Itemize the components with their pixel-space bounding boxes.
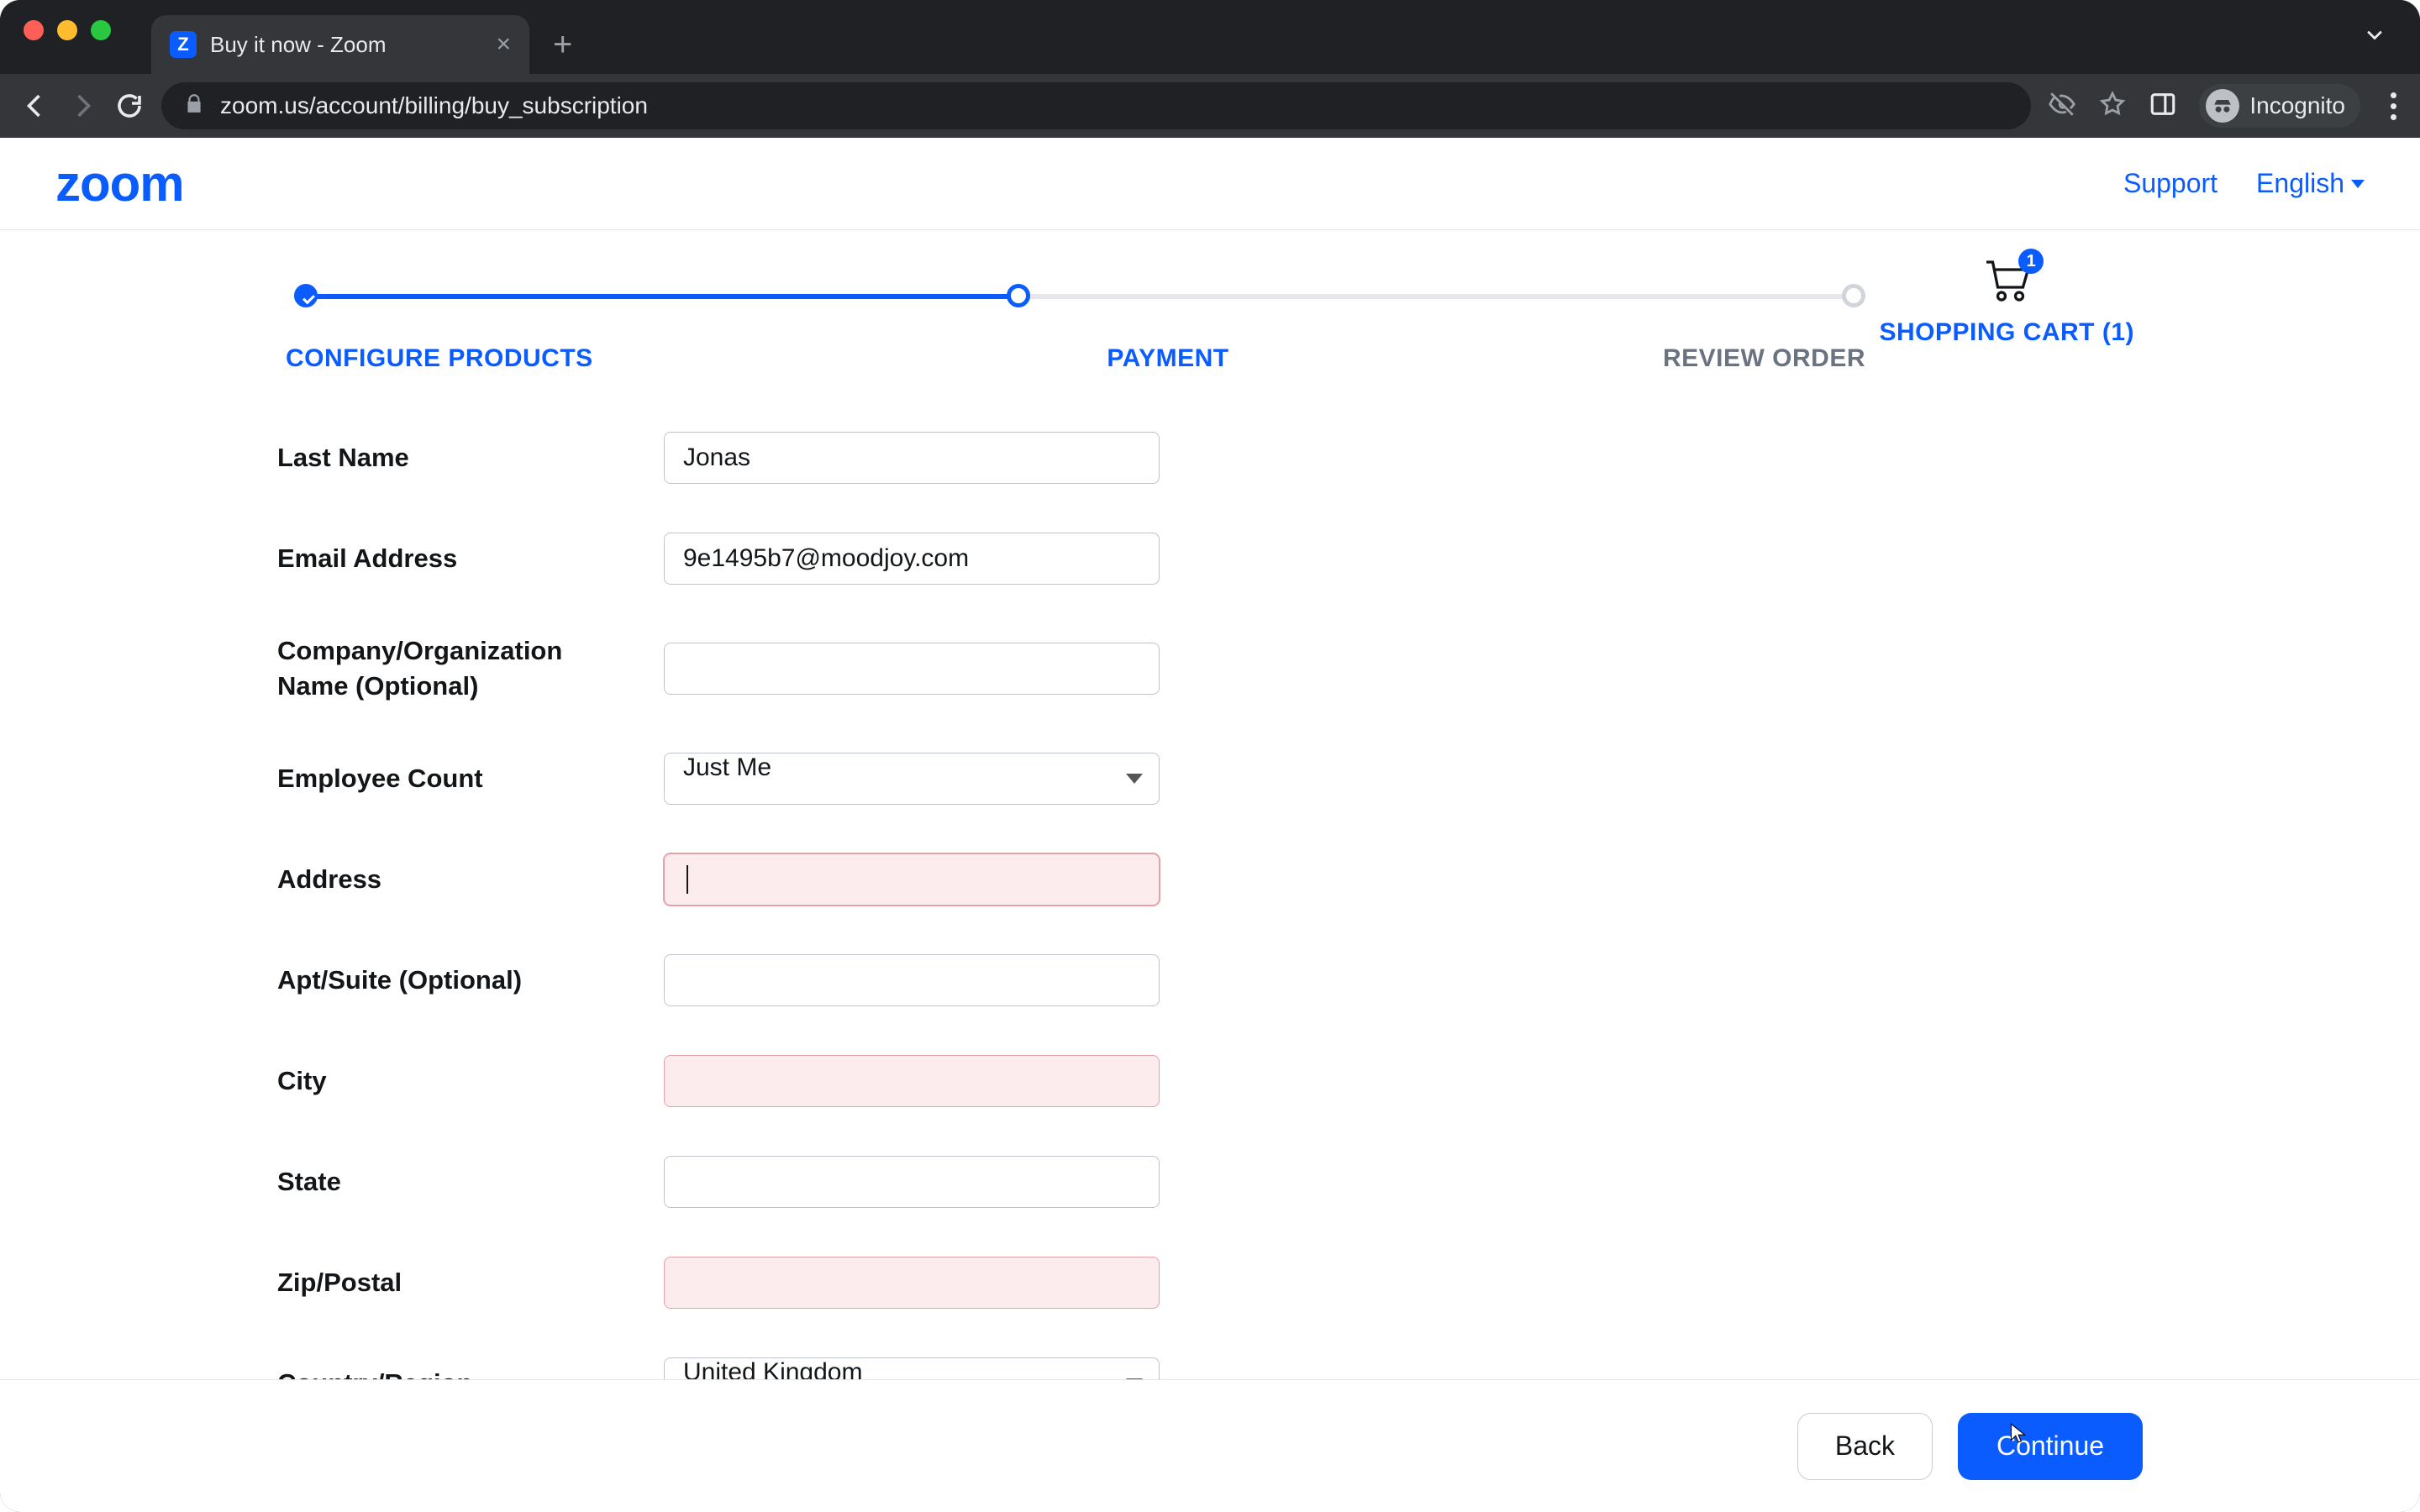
apt-field[interactable] [664, 954, 1160, 1006]
city-field[interactable] [664, 1055, 1160, 1107]
window-controls [24, 20, 111, 40]
site-header: zoom Support English [0, 138, 2420, 230]
url-text: zoom.us/account/billing/buy_subscription [220, 92, 648, 119]
zip-label: Zip/Postal [277, 1265, 664, 1300]
step-label-payment[interactable]: PAYMENT [823, 344, 1512, 373]
cart-icon: 1 [1981, 257, 2032, 307]
tab-close-icon[interactable]: × [496, 32, 511, 57]
checkout-progress: 1 SHOPPING CART (1) CONFIGURE PRODUCTS P… [286, 281, 2134, 373]
incognito-indicator[interactable]: Incognito [2199, 84, 2360, 128]
nav-back-button[interactable] [20, 91, 50, 121]
new-tab-button[interactable]: + [553, 26, 572, 64]
star-icon[interactable] [2098, 90, 2127, 123]
nav-forward-button[interactable] [67, 91, 97, 121]
tab-overflow-icon[interactable] [2363, 24, 2386, 51]
panel-icon[interactable] [2149, 90, 2177, 123]
window-minimize-button[interactable] [57, 20, 77, 40]
window-close-button[interactable] [24, 20, 44, 40]
cart-badge: 1 [2018, 249, 2044, 274]
lock-icon [183, 92, 205, 120]
address-field[interactable] [664, 853, 1160, 906]
zoom-logo[interactable]: zoom [55, 155, 184, 213]
zip-field[interactable] [664, 1257, 1160, 1309]
state-field[interactable] [664, 1156, 1160, 1208]
company-field[interactable] [664, 643, 1160, 695]
eye-off-icon[interactable] [2048, 90, 2076, 123]
nav-reload-button[interactable] [114, 91, 145, 121]
continue-button[interactable]: Continue [1958, 1413, 2143, 1480]
step-node-payment[interactable] [1007, 284, 1030, 307]
state-label: State [277, 1164, 664, 1200]
email-field[interactable] [664, 533, 1160, 585]
zoom-favicon: Z [170, 31, 197, 58]
last-name-field[interactable] [664, 432, 1160, 484]
language-label: English [2256, 168, 2344, 199]
incognito-label: Incognito [2249, 92, 2345, 119]
window-fullscreen-button[interactable] [91, 20, 111, 40]
last-name-label: Last Name [277, 440, 664, 475]
step-node-configure[interactable] [294, 284, 318, 307]
cart-label: SHOPPING CART (1) [1879, 318, 2134, 347]
company-label: Company/Organization Name (Optional) [277, 633, 664, 704]
back-button[interactable]: Back [1797, 1413, 1933, 1480]
apt-label: Apt/Suite (Optional) [277, 963, 664, 998]
page-viewport: zoom Support English [0, 138, 2420, 1512]
support-link[interactable]: Support [2123, 168, 2217, 199]
shopping-cart-summary[interactable]: 1 SHOPPING CART (1) [1879, 257, 2134, 347]
incognito-icon [2206, 89, 2239, 123]
employee-count-label: Employee Count [277, 761, 664, 796]
kebab-menu-icon[interactable] [2391, 92, 2396, 120]
form-footer: Back Continue [0, 1379, 2420, 1512]
city-label: City [277, 1063, 664, 1099]
caret-down-icon [2351, 180, 2365, 188]
step-label-review: REVIEW ORDER [1512, 344, 1865, 373]
email-label: Email Address [277, 541, 664, 576]
step-label-configure[interactable]: CONFIGURE PRODUCTS [286, 344, 823, 373]
language-selector[interactable]: English [2256, 168, 2365, 199]
address-label: Address [277, 862, 664, 897]
browser-tab-strip: Z Buy it now - Zoom × + [0, 0, 2420, 74]
tab-title: Buy it now - Zoom [210, 32, 482, 58]
billing-form: Last Name Email Address Company/Organiza… [277, 432, 1202, 1410]
step-node-review [1842, 284, 1865, 307]
browser-tab[interactable]: Z Buy it now - Zoom × [151, 15, 529, 74]
browser-toolbar: zoom.us/account/billing/buy_subscription… [0, 74, 2420, 138]
address-bar[interactable]: zoom.us/account/billing/buy_subscription [161, 82, 2031, 129]
employee-count-select[interactable]: Just Me [664, 753, 1160, 805]
